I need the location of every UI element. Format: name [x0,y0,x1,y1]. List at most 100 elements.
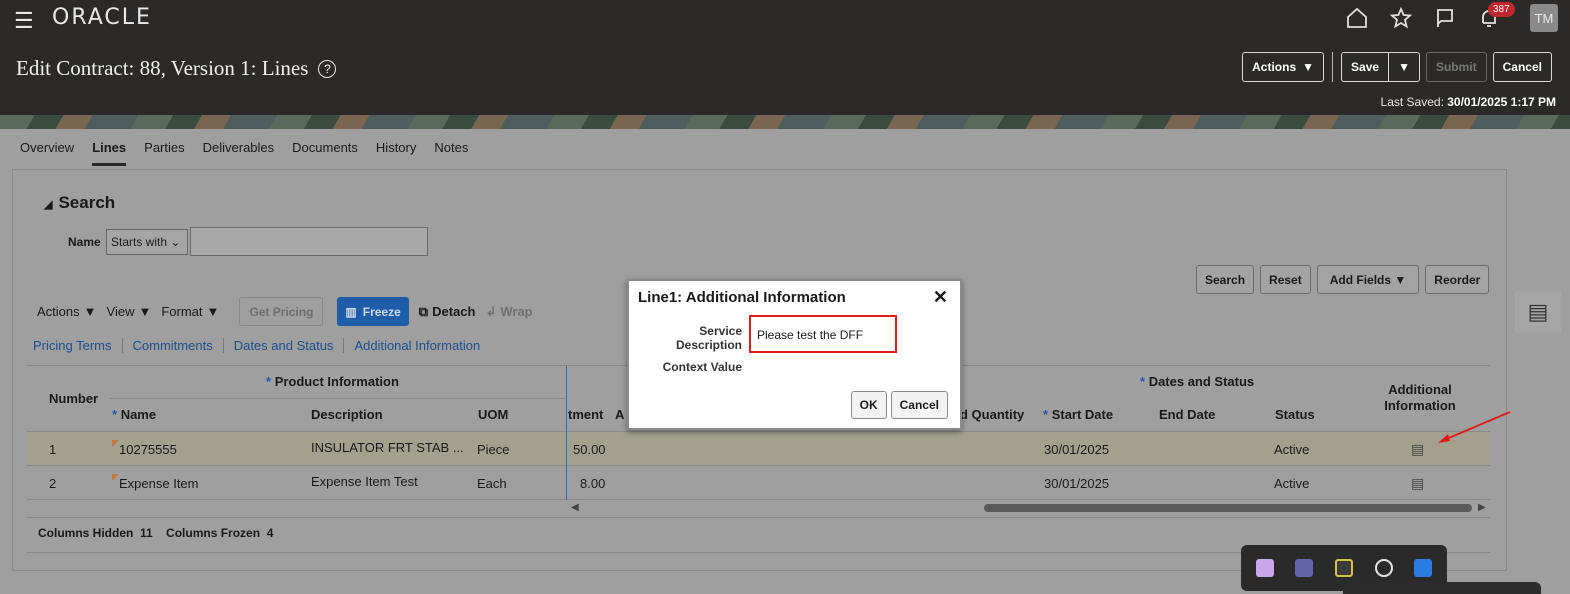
reset-button[interactable]: Reset [1260,265,1311,294]
user-avatar[interactable]: TM [1530,4,1558,32]
home-icon[interactable] [1342,4,1372,32]
watchlist-flag-icon[interactable] [1430,4,1460,32]
reorder-button[interactable]: Reorder [1425,265,1490,294]
actions-label: Actions [1252,60,1297,74]
service-label-line2: Description [675,338,742,352]
dates-group-label: Dates and Status [1148,374,1255,389]
add-fields-button[interactable]: Add Fields ▼ [1316,265,1420,294]
tab-deliverables[interactable]: Deliverables [203,140,275,166]
columns-status: Columns Hidden 11 Columns Frozen 4 [38,526,273,540]
search-header[interactable]: ◢ Search [44,193,121,213]
tab-notes[interactable]: Notes [434,140,468,166]
snipping-tool-icon[interactable] [1255,559,1274,577]
header-buttons: Actions ▼ Save ▼ Submit Cancel [1242,52,1552,82]
col-description[interactable]: Description [311,407,383,422]
tab-documents[interactable]: Documents [292,140,358,166]
name-label: Name [68,235,101,249]
horizontal-scrollbar[interactable] [984,504,1472,512]
col-number[interactable]: Number [49,391,98,406]
name-operator-select[interactable]: Starts with ⌄ [106,229,188,255]
columns-hidden-count: 11 [140,526,153,540]
link-additional-information[interactable]: Additional Information [343,338,490,353]
row-flag-icon [112,474,119,481]
submit-button[interactable]: Submit [1425,52,1487,82]
scroll-right-icon[interactable]: ▶ [1478,502,1486,513]
row-name[interactable]: 10275555 [119,442,177,457]
context-value-label: Context Value [662,360,742,374]
table-row[interactable]: 1 10275555 INSULATOR FRT STAB ... Piece … [27,432,1490,466]
favorites-star-icon[interactable] [1386,4,1416,32]
service-label-line1: Service [699,324,742,338]
col-name[interactable]: * Name [112,407,156,422]
notification-badge: 387 [1488,2,1515,17]
add-fields-label: Add Fields [1329,272,1392,287]
additional-information-dialog: Line1: Additional Information ✕ Service … [627,279,962,430]
dropdown-arrow-icon: ▼ [138,304,152,319]
dates-status-group: * Dates and Status [1140,374,1255,389]
annotation-arrow [1438,411,1511,443]
notifications-bell-icon[interactable]: 387 [1474,2,1515,32]
row-start-date: 30/01/2025 [1044,442,1110,457]
detach-button[interactable]: ⧉ Detach [419,304,476,320]
sync-icon[interactable] [1374,559,1393,577]
tab-parties[interactable]: Parties [144,140,184,166]
save-options-icon[interactable]: ▼ [1389,52,1420,82]
tab-history[interactable]: History [376,140,416,166]
page-title-text: Edit Contract: 88, Version 1: Lines [16,56,309,80]
dropdown-arrow-icon: ▼ [83,304,97,319]
view-menu[interactable]: View ▼ [107,304,152,319]
separator [1332,52,1334,82]
actions-menu[interactable]: Actions ▼ [37,304,97,319]
menu-icon[interactable]: ☰ [14,8,34,34]
col-commitment[interactable]: tment [568,407,603,422]
additional-info-icon[interactable]: ▤ [1411,441,1424,458]
security-shield-icon[interactable] [1414,559,1433,577]
col-status[interactable]: Status [1275,407,1315,422]
side-panel-toggle[interactable]: ▤ [1515,291,1561,333]
document-icon: ▤ [1527,299,1549,324]
vpn-icon[interactable] [1334,559,1353,577]
col-end-date[interactable]: End Date [1159,407,1215,422]
scroll-left-icon[interactable]: ◀ [571,502,579,513]
table-row[interactable]: 2 Expense Item Expense Item Test Each 8.… [27,466,1490,500]
close-icon[interactable]: ✕ [933,287,948,308]
help-icon[interactable]: ? [318,59,337,78]
service-description-value[interactable]: Please test the DFF [749,315,897,353]
oracle-logo[interactable]: ORACLE [52,5,152,30]
get-pricing-button[interactable]: Get Pricing [239,297,324,326]
tab-lines[interactable]: Lines [92,140,127,166]
col-a[interactable]: A [615,407,624,422]
format-menu[interactable]: Format ▼ [161,304,219,319]
format-menu-label: Format [161,304,203,319]
dialog-cancel-button[interactable]: Cancel [890,391,948,419]
detach-label: Detach [432,304,476,319]
link-commitments[interactable]: Commitments [121,338,223,353]
wrap-button[interactable]: ↲ Wrap [485,304,532,320]
chevron-down-icon: ⌄ [170,235,181,249]
actions-menu-button[interactable]: Actions ▼ [1242,52,1325,82]
save-button[interactable]: Save [1341,52,1390,82]
teams-icon[interactable] [1295,559,1314,577]
product-group-label: Product Information [274,374,399,389]
table-toolbar: Actions ▼ View ▼ Format ▼ Get Pricing ▥ Free… [37,297,533,326]
cancel-button[interactable]: Cancel [1492,52,1552,82]
row-amount: 50.00 [573,442,606,457]
name-search-input[interactable] [190,227,428,256]
ok-button[interactable]: OK [850,391,887,419]
col-name-label: Name [120,407,157,422]
global-header: ☰ ORACLE 387 TM Edit Contract: 88, Versi… [0,0,1570,118]
collapse-triangle-icon[interactable]: ◢ [44,199,52,211]
tab-overview[interactable]: Overview [20,140,74,166]
search-button[interactable]: Search [1196,265,1255,294]
service-description-label: Service Description [676,324,742,352]
freeze-button[interactable]: ▥ Freeze [337,297,409,326]
col-start-date[interactable]: * Start Date [1043,407,1113,422]
link-pricing-terms[interactable]: Pricing Terms [33,338,122,353]
link-dates-and-status[interactable]: Dates and Status [222,338,344,353]
operator-value: Starts with [111,235,168,249]
col-ordered-quantity[interactable]: d Quantity [960,407,1024,422]
col-uom[interactable]: UOM [478,407,508,422]
additional-info-icon[interactable]: ▤ [1411,475,1424,492]
decorative-banner [0,115,1570,129]
row-name[interactable]: Expense Item [119,476,199,491]
